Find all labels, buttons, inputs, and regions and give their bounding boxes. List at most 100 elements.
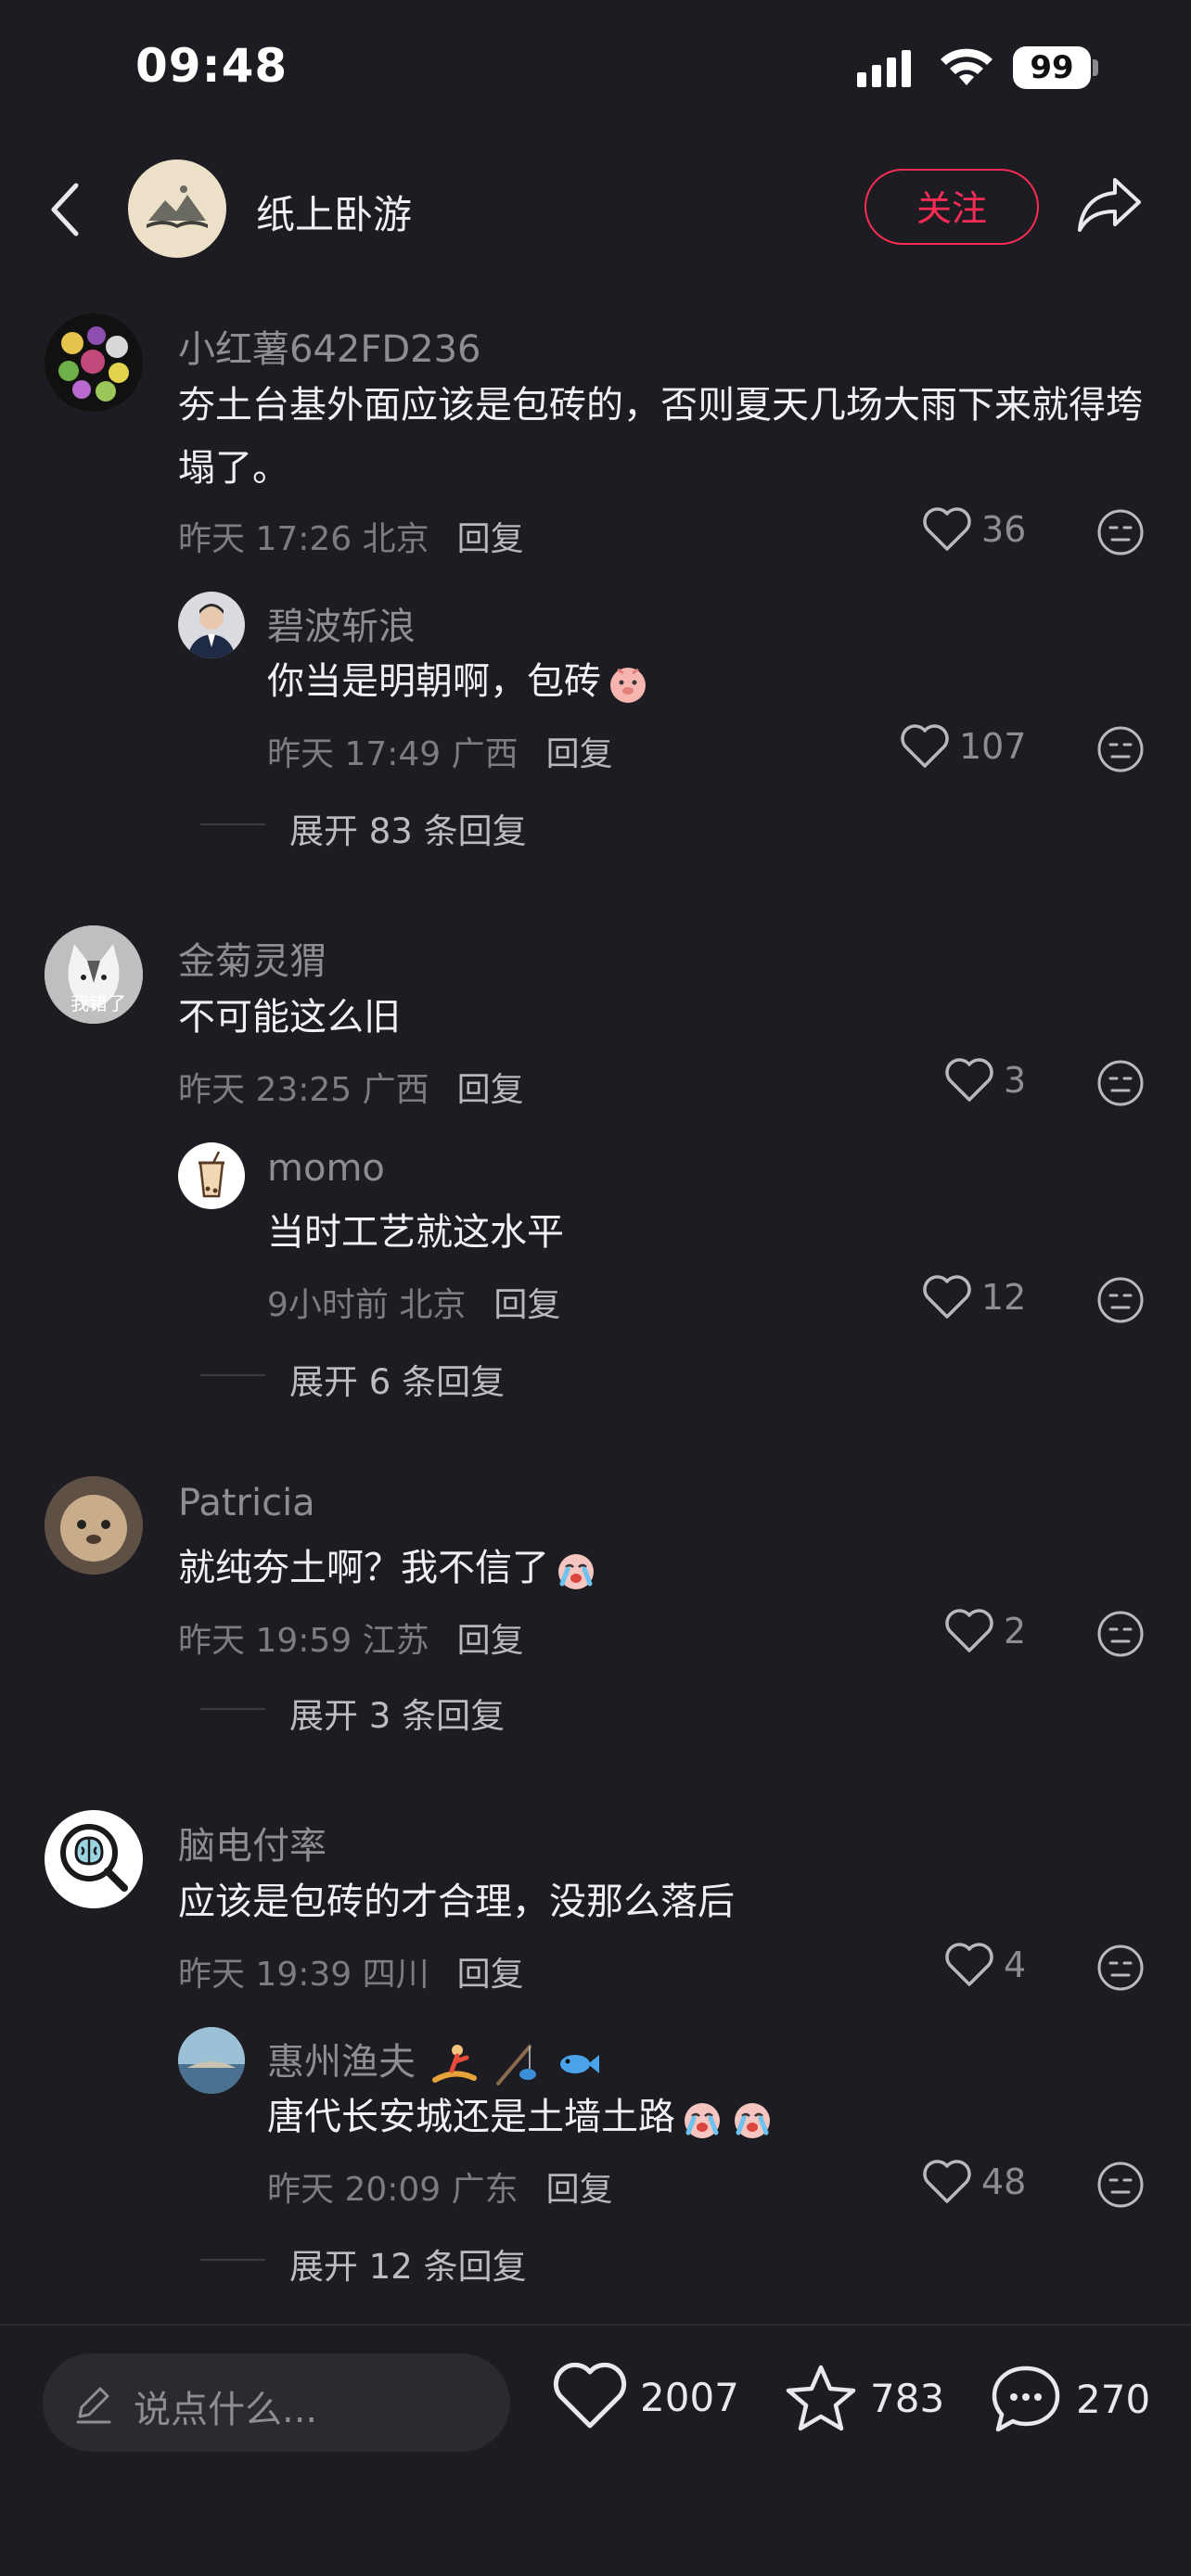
crying-emoji-icon [558, 1554, 594, 1589]
post-comment-button[interactable]: 270 [989, 2363, 1150, 2435]
like-button[interactable]: 48 [922, 2159, 1026, 2205]
bottom-divider [0, 2324, 1191, 2326]
like-button[interactable]: 4 [944, 1942, 1026, 1988]
reply-time-location: 9小时前 北京 [267, 1286, 467, 1324]
commenter-name[interactable]: Patricia [178, 1482, 315, 1524]
dislike-face-icon[interactable] [1096, 2161, 1145, 2209]
commenter-avatar[interactable] [45, 1810, 143, 1908]
like-button[interactable]: 3 [944, 1057, 1026, 1103]
dislike-face-icon[interactable] [1096, 1944, 1145, 1992]
comment-time-location: 昨天 19:39 四川 [178, 1956, 429, 1994]
reply-avatar[interactable] [178, 2027, 245, 2094]
account-avatar[interactable] [128, 159, 226, 258]
like-button[interactable]: 2 [944, 1608, 1026, 1654]
fish-emoji-icon [560, 2055, 600, 2073]
reply-meta: 昨天 20:09 广东 回复 [267, 2162, 613, 2211]
star-icon [786, 2365, 856, 2431]
share-icon[interactable] [1076, 174, 1143, 234]
expand-replies-button[interactable]: 展开 83 条回复 [289, 803, 527, 853]
expand-replies-button[interactable]: 展开 12 条回复 [289, 2238, 527, 2289]
fishing-pole-emoji-icon [496, 2045, 537, 2085]
battery-indicator: 99 [1013, 46, 1091, 89]
like-count: 12 [981, 1277, 1027, 1318]
like-button[interactable]: 12 [922, 1274, 1026, 1320]
like-count: 3 [1004, 1060, 1027, 1101]
reply-meta: 9小时前 北京 回复 [267, 1278, 560, 1326]
heart-icon [923, 507, 971, 551]
like-count: 48 [981, 2162, 1027, 2202]
crying-emoji-icon [685, 2103, 720, 2138]
avatar-caption: 我错了 [70, 992, 126, 1014]
sea-landscape-avatar-icon [178, 2027, 245, 2094]
brain-magnifier-avatar-icon [60, 1824, 128, 1892]
commenter-avatar[interactable] [45, 1476, 143, 1575]
expand-divider [200, 2259, 265, 2261]
heart-icon [923, 1275, 971, 1319]
person-suit-avatar-icon [187, 604, 236, 658]
reply-user-name[interactable]: momo [267, 1147, 385, 1190]
commenter-avatar[interactable] [45, 313, 143, 412]
post-favorite-count: 783 [870, 2375, 945, 2421]
comment-time-location: 昨天 19:59 江苏 [178, 1622, 429, 1660]
fruit-avatar-icon [45, 313, 143, 412]
dislike-face-icon[interactable] [1096, 1610, 1145, 1658]
commenter-name[interactable]: 小红薯642FD236 [178, 319, 481, 373]
comment-text: 应该是包砖的才合理，没那么落后 [178, 1881, 735, 1923]
expand-divider [200, 1374, 265, 1376]
reply-button[interactable]: 回复 [493, 1286, 560, 1324]
comment-meta: 昨天 17:26 北京 回复 [178, 512, 524, 560]
expand-replies-button[interactable]: 展开 6 条回复 [289, 1354, 505, 1404]
expand-replies-button[interactable]: 展开 3 条回复 [289, 1688, 505, 1738]
pencil-icon [76, 2387, 111, 2424]
wifi-icon [941, 48, 992, 85]
dislike-face-icon[interactable] [1096, 1276, 1145, 1324]
bubble-tea-avatar-icon [198, 1151, 224, 1198]
back-arrow-icon[interactable] [46, 182, 83, 237]
like-button[interactable]: 36 [922, 506, 1026, 553]
reply-button[interactable]: 回复 [546, 735, 613, 773]
reply-button[interactable]: 回复 [457, 1071, 524, 1109]
reply-time-location: 昨天 17:49 广西 [267, 735, 519, 773]
reply-text: 当时工艺就这水平 [267, 1211, 564, 1254]
follow-button[interactable]: 关注 [864, 169, 1039, 245]
post-like-count: 2007 [640, 2374, 739, 2420]
post-favorite-button[interactable]: 783 [785, 2363, 944, 2433]
like-button[interactable]: 107 [900, 723, 1027, 770]
commenter-name[interactable]: 金菊灵猬 [178, 931, 327, 985]
comment-text: 夯土台基外面应该是包砖的，否则夏天几场大雨下来就得垮塌了。 [178, 384, 1143, 490]
reply-button[interactable]: 回复 [457, 1622, 524, 1660]
like-count: 36 [981, 509, 1027, 550]
heart-icon [945, 1943, 993, 1986]
status-time: 09:48 [135, 39, 288, 93]
reply-button[interactable]: 回复 [457, 1956, 524, 1994]
dislike-face-icon[interactable] [1096, 725, 1145, 773]
reply-user-name-text: 惠州渔夫 [267, 2041, 416, 2084]
comment-meta: 昨天 23:25 广西 回复 [178, 1063, 524, 1111]
surfer-emoji-icon [431, 2045, 477, 2083]
reply-text: 你当是明朝啊，包砖 [267, 650, 651, 713]
reply-avatar[interactable] [178, 592, 245, 658]
comment-text-content: 就纯夯土啊？我不信了 [178, 1547, 549, 1589]
reply-button[interactable]: 回复 [457, 520, 524, 558]
heart-icon [553, 2363, 627, 2429]
reply-avatar[interactable] [178, 1142, 245, 1209]
account-name[interactable]: 纸上卧游 [256, 184, 412, 240]
post-like-button[interactable]: 2007 [553, 2363, 739, 2431]
heart-icon [923, 2160, 971, 2203]
comment-bubble-icon [992, 2366, 1060, 2432]
reply-user-name[interactable]: 惠州渔夫 [267, 2032, 601, 2087]
expand-divider [200, 823, 265, 825]
cellular-signal-icon [857, 50, 911, 87]
commenter-name[interactable]: 脑电付率 [178, 1816, 327, 1869]
dislike-face-icon[interactable] [1096, 1059, 1145, 1107]
plush-animal-avatar-icon [45, 1476, 143, 1575]
heart-icon [901, 724, 949, 768]
comment-time-location: 昨天 23:25 广西 [178, 1071, 429, 1109]
reply-meta: 昨天 17:49 广西 回复 [267, 727, 613, 775]
comment-input-placeholder[interactable]: 说点什么... [134, 2379, 317, 2433]
dislike-face-icon[interactable] [1096, 508, 1145, 556]
heart-icon [945, 1609, 993, 1652]
reply-text-content: 唐代长安城还是土墙土路 [267, 2096, 675, 2138]
reply-button[interactable]: 回复 [546, 2171, 613, 2209]
reply-user-name[interactable]: 碧波斩浪 [267, 596, 416, 650]
